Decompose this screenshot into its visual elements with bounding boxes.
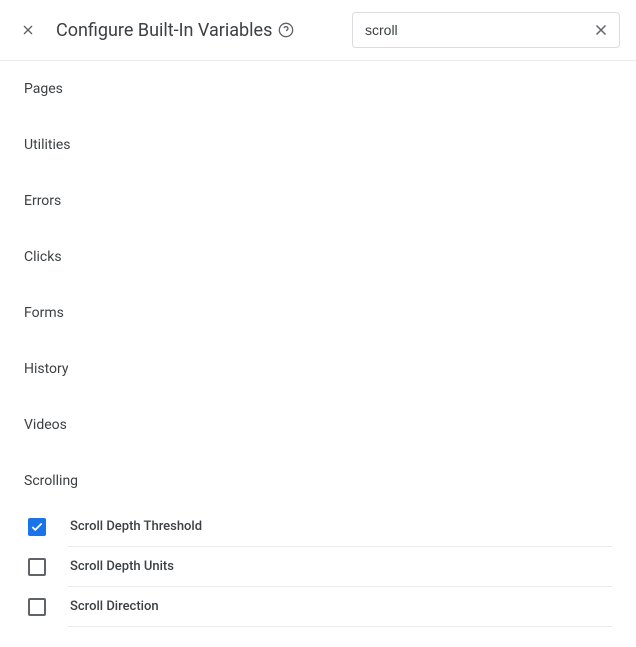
variable-row[interactable]: Scroll Direction xyxy=(24,587,612,627)
variable-label: Scroll Depth Units xyxy=(70,559,174,574)
search-box xyxy=(352,12,620,48)
variable-row[interactable]: Scroll Depth Units xyxy=(24,547,612,587)
checkbox-scroll-depth-threshold[interactable] xyxy=(28,518,46,536)
variable-row[interactable]: Scroll Depth Threshold xyxy=(24,507,612,547)
checkbox-scroll-direction[interactable] xyxy=(28,598,46,616)
dialog-title: Configure Built-In Variables xyxy=(56,20,294,41)
category-heading: Utilities xyxy=(24,137,612,153)
category-heading: Pages xyxy=(24,81,612,97)
category-heading: Clicks xyxy=(24,249,612,265)
category-heading: Errors xyxy=(24,193,612,209)
variable-list: Scroll Depth Threshold Scroll Depth Unit… xyxy=(24,507,612,627)
category-heading: Videos xyxy=(24,417,612,433)
checkbox-scroll-depth-units[interactable] xyxy=(28,558,46,576)
category-heading: History xyxy=(24,361,612,377)
category-heading: Forms xyxy=(24,305,612,321)
category-heading: Scrolling xyxy=(24,473,612,489)
dialog-header: Configure Built-In Variables xyxy=(0,0,636,61)
close-icon xyxy=(20,22,36,38)
title-text: Configure Built-In Variables xyxy=(56,20,272,41)
close-button[interactable] xyxy=(16,18,40,42)
close-icon xyxy=(592,21,610,39)
help-icon[interactable] xyxy=(278,22,294,38)
dialog-content: Pages Utilities Errors Clicks Forms Hist… xyxy=(0,61,636,647)
variable-label: Scroll Depth Threshold xyxy=(70,519,202,534)
clear-search-button[interactable] xyxy=(583,12,619,48)
search-input[interactable] xyxy=(353,16,583,44)
variable-label: Scroll Direction xyxy=(70,599,159,614)
